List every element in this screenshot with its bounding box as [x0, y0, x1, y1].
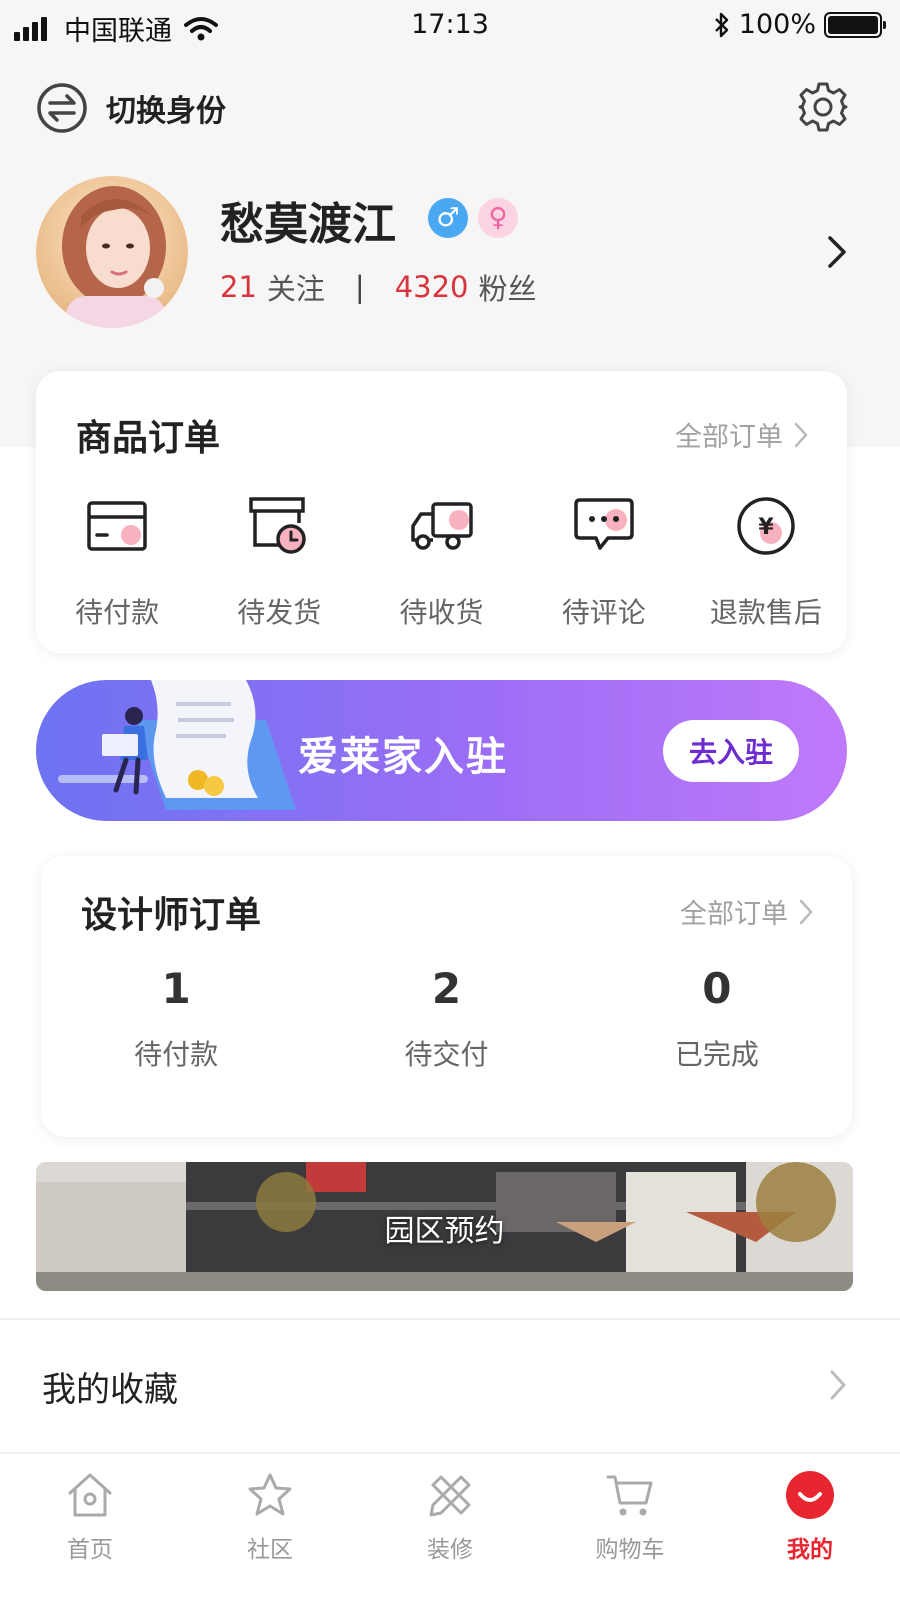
avatar[interactable]	[36, 176, 188, 328]
join-button[interactable]: 去入驻	[663, 720, 799, 782]
order-item-label: 退款售后	[709, 596, 822, 629]
designer-completed[interactable]: 0 已完成	[582, 964, 852, 1073]
section-divider	[0, 1318, 900, 1320]
order-pending-review[interactable]: 待评论	[523, 491, 685, 631]
goods-orders-card: 商品订单 全部订单 待付款 待发货 待收货 待评论 ¥ 退款售后	[36, 371, 847, 653]
order-status-label: 已完成	[674, 1038, 759, 1071]
banner-title: 爱莱家入驻	[298, 734, 508, 780]
order-item-label: 待评论	[561, 596, 646, 629]
username: 愁莫渡江	[220, 199, 396, 250]
designer-all-orders-label: 全部订单	[680, 899, 788, 930]
chevron-right-icon	[828, 236, 846, 268]
order-pending-receipt[interactable]: 待收货	[360, 491, 522, 631]
cart-icon	[606, 1475, 653, 1516]
box-clock-icon	[249, 497, 307, 554]
order-count: 2	[431, 964, 462, 1013]
order-item-label: 待付款	[75, 596, 160, 629]
goods-all-orders-label: 全部订单	[675, 422, 783, 453]
goods-all-orders-link[interactable]: 全部订单	[675, 415, 809, 454]
bluetooth-icon	[714, 12, 728, 37]
merchant-join-banner[interactable]: 爱莱家入驻 去入驻	[36, 680, 847, 821]
svg-text:¥: ¥	[758, 515, 774, 540]
tab-mine[interactable]: 我的	[720, 1454, 900, 1600]
order-refund-aftersales[interactable]: ¥ 退款售后	[685, 491, 847, 631]
card-icon	[87, 501, 147, 551]
chevron-right-icon	[799, 899, 813, 924]
favorites-arrow[interactable]	[828, 1368, 848, 1406]
order-pending-payment[interactable]: 待付款	[36, 491, 198, 631]
home-icon	[68, 1473, 112, 1517]
yen-icon: ¥	[737, 497, 795, 555]
status-bar: 中国联通 17:13 100%	[0, 0, 900, 52]
designer-pending-delivery[interactable]: 2 待交付	[311, 964, 581, 1073]
order-status-label: 待交付	[404, 1038, 489, 1071]
male-icon: ♂	[428, 198, 468, 238]
tab-label: 我的	[787, 1537, 833, 1563]
bottom-tab-bar: 首页 社区 装修 购物车 我的	[0, 1454, 900, 1600]
gear-icon	[798, 82, 848, 132]
chat-icon	[573, 498, 634, 550]
battery-icon	[824, 11, 886, 38]
tab-label: 购物车	[595, 1537, 665, 1563]
tab-cart[interactable]: 购物车	[540, 1454, 720, 1600]
banner-illustration	[58, 680, 296, 810]
smile-icon	[786, 1471, 834, 1519]
switch-icon	[37, 83, 87, 133]
tab-home[interactable]: 首页	[0, 1454, 180, 1600]
order-item-label: 待发货	[237, 596, 322, 629]
chevron-right-icon	[794, 422, 808, 447]
designer-pending-payment[interactable]: 1 待付款	[41, 964, 311, 1073]
tab-label: 社区	[247, 1537, 293, 1563]
designer-all-orders-link[interactable]: 全部订单	[680, 892, 814, 931]
battery-percent: 100%	[738, 9, 816, 40]
fans-label[interactable]: 粉丝	[479, 266, 537, 308]
goods-orders-title: 商品订单	[76, 418, 221, 459]
order-status-label: 待付款	[134, 1038, 219, 1071]
switch-identity-label: 切换身份	[106, 94, 226, 129]
switch-identity-button[interactable]: 切换身份	[36, 82, 226, 134]
favorites-label[interactable]: 我的收藏	[42, 1362, 178, 1411]
designer-orders-title: 设计师订单	[81, 895, 262, 936]
ruler-pencil-icon	[429, 1475, 471, 1517]
tab-label: 首页	[67, 1537, 113, 1563]
order-count: 1	[161, 964, 191, 1013]
profile-detail-button[interactable]	[826, 234, 848, 274]
park-booking-banner[interactable]: 园区预约	[36, 1162, 853, 1291]
settings-button[interactable]	[796, 80, 850, 138]
profile-stats: 21 关注 | 4320 粉丝	[220, 266, 537, 308]
designer-orders-card: 设计师订单 全部订单 1 待付款 2 待交付 0 已完成	[41, 856, 852, 1137]
order-item-label: 待收货	[399, 596, 484, 629]
truck-icon	[410, 502, 473, 550]
chevron-right-icon	[830, 1370, 846, 1400]
tab-community[interactable]: 社区	[180, 1454, 360, 1600]
stats-separator: |	[354, 270, 365, 304]
star-icon	[248, 1473, 292, 1516]
female-icon: ♀	[478, 198, 518, 238]
tab-label: 装修	[427, 1537, 473, 1563]
follow-label[interactable]: 关注	[267, 266, 325, 308]
order-pending-shipment[interactable]: 待发货	[198, 491, 360, 631]
tab-decoration[interactable]: 装修	[360, 1454, 540, 1600]
order-count: 0	[702, 964, 732, 1013]
fans-count[interactable]: 4320	[395, 270, 469, 304]
park-booking-label: 园区预约	[384, 1214, 505, 1249]
follow-count[interactable]: 21	[220, 270, 257, 304]
